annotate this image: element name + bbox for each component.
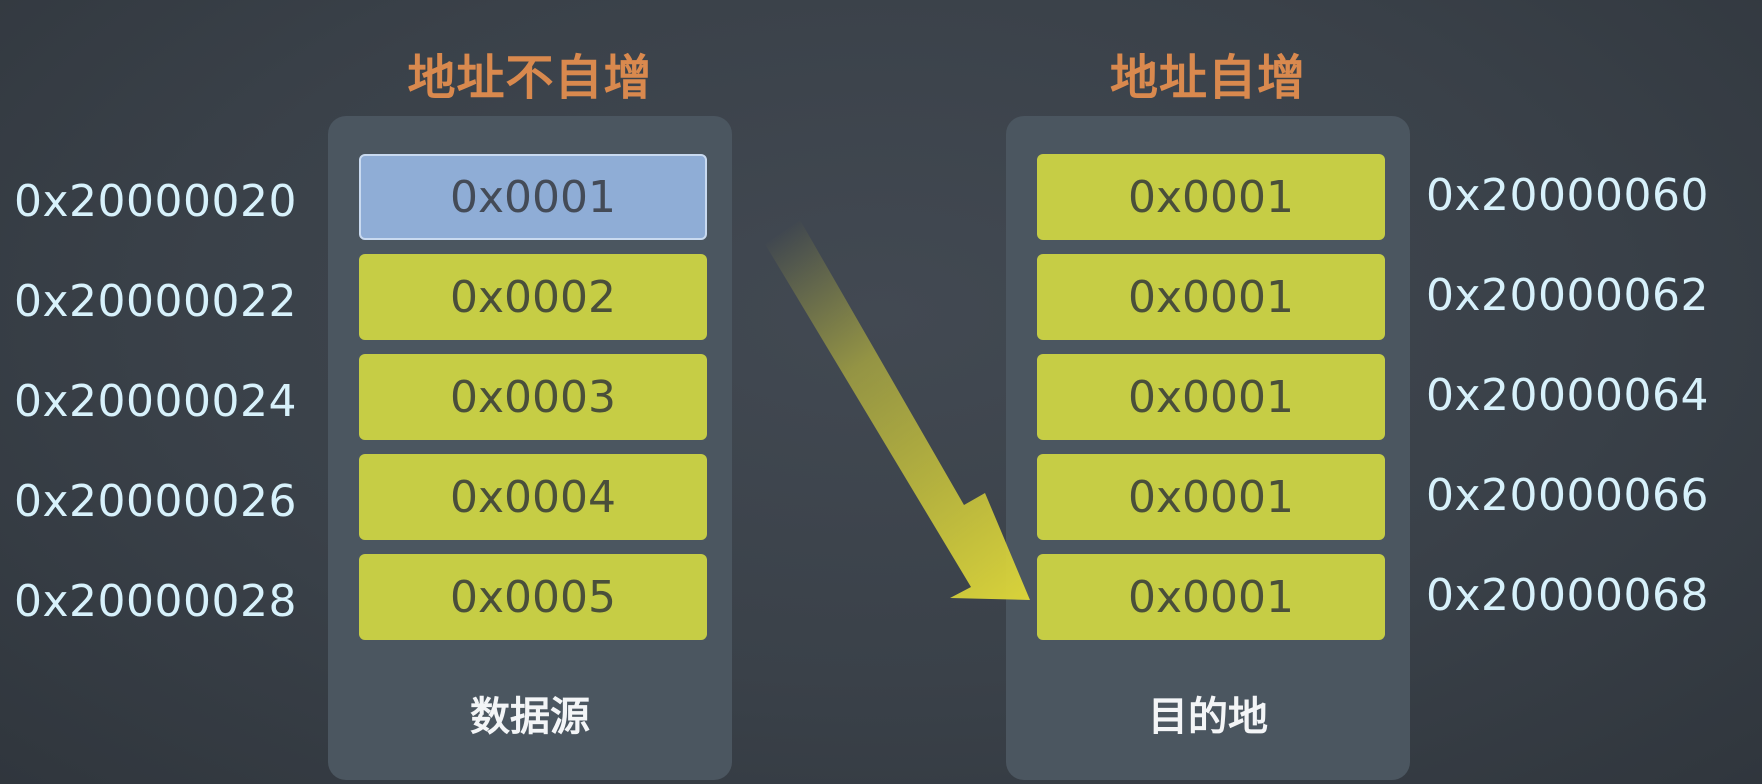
transfer-arrow-icon [765, 220, 1030, 600]
